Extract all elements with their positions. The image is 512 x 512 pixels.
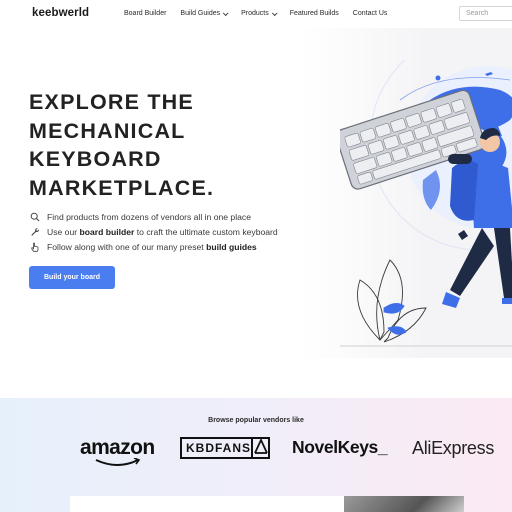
chevron-down-icon	[271, 9, 278, 16]
feature-text: Find products from dozens of vendors all…	[47, 211, 251, 222]
feature-text: Follow along with one of our many preset…	[47, 241, 257, 252]
nav-links: Board Builder Build Guides Products Feat…	[124, 9, 401, 17]
nav-link-label: Featured Builds	[289, 10, 339, 17]
site-logo[interactable]: keebwerld	[32, 7, 89, 19]
search-input[interactable]: Search	[459, 6, 512, 21]
build-your-board-button[interactable]: Build your board	[29, 266, 115, 289]
vendor-name: KBDFANS	[186, 441, 252, 455]
vendor-logo-amazon[interactable]: amazon	[80, 436, 155, 466]
button-label: Build your board	[44, 274, 100, 281]
nav-link-label: Build Guides	[180, 10, 221, 17]
plant-illustration	[340, 259, 512, 347]
chevron-down-icon	[223, 9, 229, 16]
vendor-name: amazon	[80, 436, 155, 459]
vendor-logo-novelkeys[interactable]: NovelKeys_	[292, 437, 388, 458]
feature-item: Find products from dozens of vendors all…	[30, 209, 278, 224]
headline-line: MECHANICAL	[29, 118, 186, 143]
nav-link-featured-builds[interactable]: Featured Builds	[290, 10, 339, 17]
headline-line: KEYBOARD	[29, 147, 162, 171]
feature-text: Use our board builder to craft the ultim…	[47, 226, 278, 237]
feature-item: Follow along with one of our many preset…	[30, 239, 278, 254]
hand-pointer-icon	[30, 242, 40, 252]
vendor-logo-kbdfans[interactable]: KBDFANS	[180, 437, 270, 459]
kbdfans-mark-icon	[251, 437, 269, 459]
headline-line: MARKETPLACE.	[29, 175, 215, 200]
hero-headline: EXPLORE THE MECHANICAL KEYBOARD MARKETPL…	[29, 88, 214, 202]
hero-illustration	[340, 60, 512, 347]
wrench-icon	[30, 227, 40, 237]
feature-item: Use our board builder to craft the ultim…	[30, 224, 278, 239]
nav-link-label: Board Builder	[124, 10, 167, 17]
vendor-logo-aliexpress[interactable]: AliExpress	[412, 438, 494, 459]
nav-link-contact-us[interactable]: Contact Us	[353, 10, 388, 17]
content-card	[70, 496, 350, 512]
search-icon	[30, 212, 40, 222]
vendors-title: Browse popular vendors like	[208, 417, 304, 424]
nav-link-products[interactable]: Products	[241, 9, 278, 17]
search-placeholder: Search	[466, 10, 489, 17]
nav-link-board-builder[interactable]: Board Builder	[124, 10, 166, 17]
top-nav: keebwerld Board Builder Build Guides Pro…	[0, 0, 512, 28]
headline-line: EXPLORE THE	[29, 90, 194, 114]
nav-link-build-guides[interactable]: Build Guides	[180, 9, 229, 17]
product-thumbnail[interactable]	[344, 496, 464, 512]
nav-link-label: Products	[241, 10, 269, 17]
feature-list: Find products from dozens of vendors all…	[30, 209, 278, 254]
nav-link-label: Contact Us	[352, 10, 388, 17]
amazon-smile-icon	[95, 458, 141, 466]
